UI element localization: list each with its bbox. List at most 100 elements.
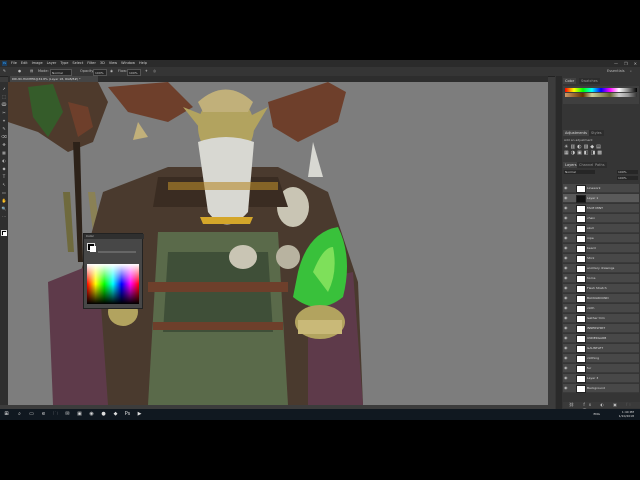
layer-row[interactable]: ◉ clothing [563, 354, 639, 363]
maximize-button[interactable]: ❐ [624, 61, 628, 66]
color-picker-panel[interactable]: Color [83, 233, 144, 309]
layers-opacity[interactable]: 100% [617, 170, 638, 174]
layer-row[interactable]: ◉ skull [563, 224, 639, 233]
visibility-eye-icon[interactable]: ◉ [564, 275, 568, 281]
flow-field[interactable]: 100% [127, 69, 141, 76]
layers-footer-buttons[interactable]: ⛓ fx ◐ ▣ 🗀 ▭ 🗑 [563, 402, 640, 413]
visibility-eye-icon[interactable]: ◉ [564, 195, 568, 201]
visibility-eye-icon[interactable]: ◉ [564, 315, 568, 321]
tab-adjustments[interactable]: Adjustments [563, 130, 589, 136]
menu-edit[interactable]: Edit [21, 61, 28, 65]
taskbar-app-icon[interactable]: ✉ [64, 411, 71, 418]
airbrush-icon[interactable]: ✈ [145, 69, 148, 73]
taskbar-app-icon[interactable]: Ps [124, 411, 131, 418]
taskbar-clock[interactable]: 1:40 PM 1/10/2018 [619, 410, 634, 418]
background-color-swatch[interactable] [90, 246, 96, 252]
taskbar-app-icon[interactable]: ▣ [76, 411, 83, 418]
color-spectrum[interactable] [87, 264, 139, 304]
opacity-field[interactable]: 100% [93, 69, 107, 76]
menu-3d[interactable]: 3D [100, 61, 105, 65]
pressure-opacity-icon[interactable]: ◉ [110, 69, 113, 73]
tool-icon[interactable]: ⌫ [1, 134, 7, 139]
tool-icon[interactable]: ✋ [1, 198, 7, 203]
tool-icon[interactable]: T [1, 174, 7, 179]
layer-row[interactable]: ◉ horns [563, 274, 639, 283]
visibility-eye-icon[interactable]: ◉ [564, 265, 568, 271]
layer-row[interactable]: ◉ Layer 3 [563, 374, 639, 383]
menu-window[interactable]: Window [121, 61, 135, 65]
brush-size-icon[interactable]: ● [18, 69, 21, 73]
taskbar-app-icon[interactable]: ▭ [28, 411, 35, 418]
menu-select[interactable]: Select [72, 61, 83, 65]
visibility-eye-icon[interactable]: ◉ [564, 335, 568, 341]
layer-row[interactable]: ◉ chain [563, 214, 639, 223]
visibility-eye-icon[interactable]: ◉ [564, 225, 568, 231]
layer-row[interactable]: ◉ Linework [563, 184, 639, 193]
taskbar-app-icon[interactable]: ▶ [136, 411, 143, 418]
tool-icon[interactable]: ↂ [1, 102, 7, 107]
layer-row[interactable]: ◉ leather trim [563, 314, 639, 323]
tool-icon[interactable]: ✎ [1, 126, 7, 131]
layer-row[interactable]: ◉ Layer 1 [563, 194, 639, 203]
language-indicator[interactable]: ENG [594, 412, 600, 416]
tool-icon[interactable]: ⬚ [1, 94, 7, 99]
visibility-eye-icon[interactable]: ◉ [564, 245, 568, 251]
visibility-eye-icon[interactable]: ◉ [564, 375, 568, 381]
visibility-eye-icon[interactable]: ◉ [564, 185, 568, 191]
visibility-eye-icon[interactable]: ◉ [564, 385, 568, 391]
layer-row[interactable]: ◉ cloth [563, 304, 639, 313]
visibility-eye-icon[interactable]: ◉ [564, 205, 568, 211]
close-button[interactable]: ✕ [634, 61, 637, 66]
tool-icon[interactable]: ✥ [1, 142, 7, 147]
visibility-eye-icon[interactable]: ◉ [564, 215, 568, 221]
visibility-eye-icon[interactable]: ◉ [564, 255, 568, 261]
color-slider[interactable] [98, 251, 136, 253]
menu-file[interactable]: File [11, 61, 17, 65]
layer-row[interactable]: ◉ INNERSHIRT [563, 324, 639, 333]
brush-tool-icon[interactable]: ✎ [3, 69, 6, 73]
visibility-eye-icon[interactable]: ◉ [564, 365, 568, 371]
tool-icon[interactable]: ◐ [1, 158, 7, 163]
visibility-eye-icon[interactable]: ◉ [564, 235, 568, 241]
taskbar-app-icon[interactable]: ◉ [88, 411, 95, 418]
layer-row[interactable]: ◉ GAUNTLET [563, 344, 639, 353]
layer-row[interactable]: ◉ rope [563, 234, 639, 243]
menu-type[interactable]: Type [60, 61, 68, 65]
tool-icon[interactable]: ◆ [1, 166, 7, 171]
layers-fill[interactable]: 100% [617, 176, 638, 180]
taskbar-app-icon[interactable]: 🗀 [52, 411, 59, 418]
search-icon[interactable]: ⌕ [630, 69, 632, 73]
tool-icon[interactable]: ✂ [1, 110, 7, 115]
taskbar-app-icon[interactable]: ⌕ [16, 411, 23, 418]
mode-select[interactable]: Normal [50, 69, 72, 76]
menu-help[interactable]: Help [139, 61, 147, 65]
visibility-eye-icon[interactable]: ◉ [564, 345, 568, 351]
layer-row[interactable]: ◉ Background [563, 384, 639, 393]
menu-view[interactable]: View [109, 61, 117, 65]
tool-icon[interactable]: ⋯ [1, 214, 7, 219]
tab-paths[interactable]: Paths [593, 162, 607, 168]
background-color-icon[interactable] [3, 232, 7, 236]
swatches-row[interactable] [565, 88, 637, 92]
taskbar-app-icon[interactable]: e [40, 411, 47, 418]
workspace-select[interactable]: Essentials [607, 69, 625, 73]
visibility-eye-icon[interactable]: ◉ [564, 285, 568, 291]
layer-row[interactable]: ◉ FACE MINT [563, 204, 639, 213]
visibility-eye-icon[interactable]: ◉ [564, 305, 568, 311]
swatches-grid[interactable] [563, 86, 639, 104]
taskbar-app-icon[interactable]: ● [100, 411, 107, 418]
start-button[interactable]: ⊞ [3, 411, 10, 418]
layer-row[interactable]: ◉ beard [563, 244, 639, 253]
minimize-button[interactable]: — [614, 61, 618, 66]
pressure-size-icon[interactable]: ◎ [153, 69, 156, 73]
tool-icon[interactable]: ⌖ [1, 118, 7, 123]
tool-icon[interactable]: ➚ [1, 86, 7, 91]
layer-row[interactable]: ◉ ancillary drawings [563, 264, 639, 273]
layer-row[interactable]: ◉ BACKGROUND [563, 294, 639, 303]
layer-row[interactable]: ◉ Flesh Stretch [563, 284, 639, 293]
visibility-eye-icon[interactable]: ◉ [564, 325, 568, 331]
menu-layer[interactable]: Layer [47, 61, 57, 65]
tool-icon[interactable]: ▭ [1, 190, 7, 195]
tool-icon[interactable]: ↖ [1, 182, 7, 187]
swatches-row[interactable] [565, 93, 637, 97]
